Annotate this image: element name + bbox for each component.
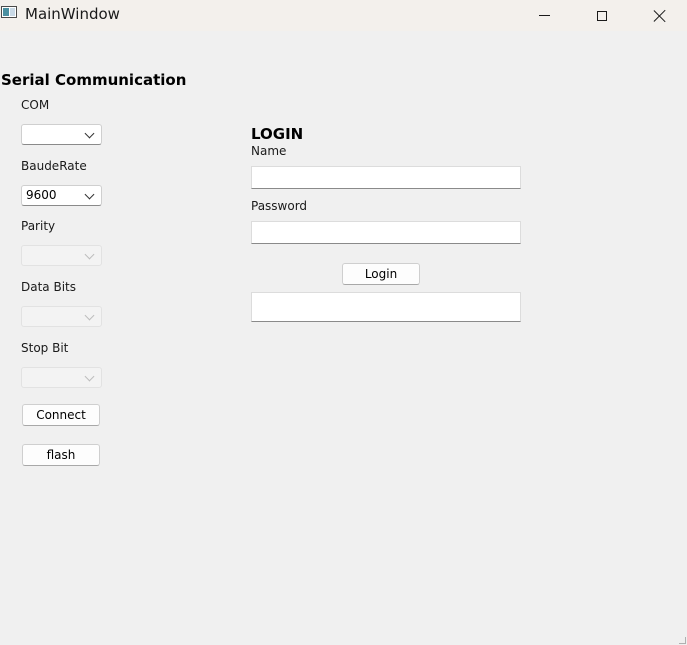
close-icon <box>653 9 667 23</box>
name-label: Name <box>251 144 287 158</box>
parity-label: Parity <box>21 219 56 233</box>
stopbit-combobox[interactable] <box>21 367 102 388</box>
app-window-icon <box>1 6 17 18</box>
databits-combobox[interactable] <box>21 306 102 327</box>
title-bar: MainWindow <box>0 0 687 31</box>
password-label: Password <box>251 199 308 213</box>
login-heading: LOGIN <box>251 125 304 143</box>
name-field[interactable] <box>251 166 521 189</box>
maximize-button[interactable] <box>579 0 625 31</box>
com-label: COM <box>21 98 50 112</box>
parity-combobox[interactable] <box>21 245 102 266</box>
connect-button[interactable]: Connect <box>22 404 100 426</box>
maximize-icon <box>597 10 607 21</box>
chevron-down-icon <box>84 310 95 321</box>
close-button[interactable] <box>637 0 683 31</box>
password-field[interactable] <box>251 221 521 244</box>
baudrate-combobox[interactable]: 9600 <box>21 185 102 206</box>
com-combobox[interactable] <box>21 124 102 145</box>
flash-button[interactable]: flash <box>22 444 100 466</box>
serial-heading: Serial Communication <box>1 71 187 89</box>
minimize-button[interactable] <box>521 0 567 31</box>
window-title: MainWindow <box>25 5 120 23</box>
baudrate-label: BaudeRate <box>21 159 87 173</box>
login-button[interactable]: Login <box>342 263 420 285</box>
chevron-down-icon <box>84 249 95 260</box>
databits-label: Data Bits <box>21 280 76 294</box>
chevron-down-icon <box>84 371 95 382</box>
resize-grip[interactable] <box>679 637 686 644</box>
chevron-down-icon <box>84 189 95 200</box>
baudrate-value: 9600 <box>26 188 57 202</box>
login-output-box <box>251 292 521 322</box>
stopbit-label: Stop Bit <box>21 341 69 355</box>
chevron-down-icon <box>84 128 95 139</box>
minimize-icon <box>538 15 550 16</box>
